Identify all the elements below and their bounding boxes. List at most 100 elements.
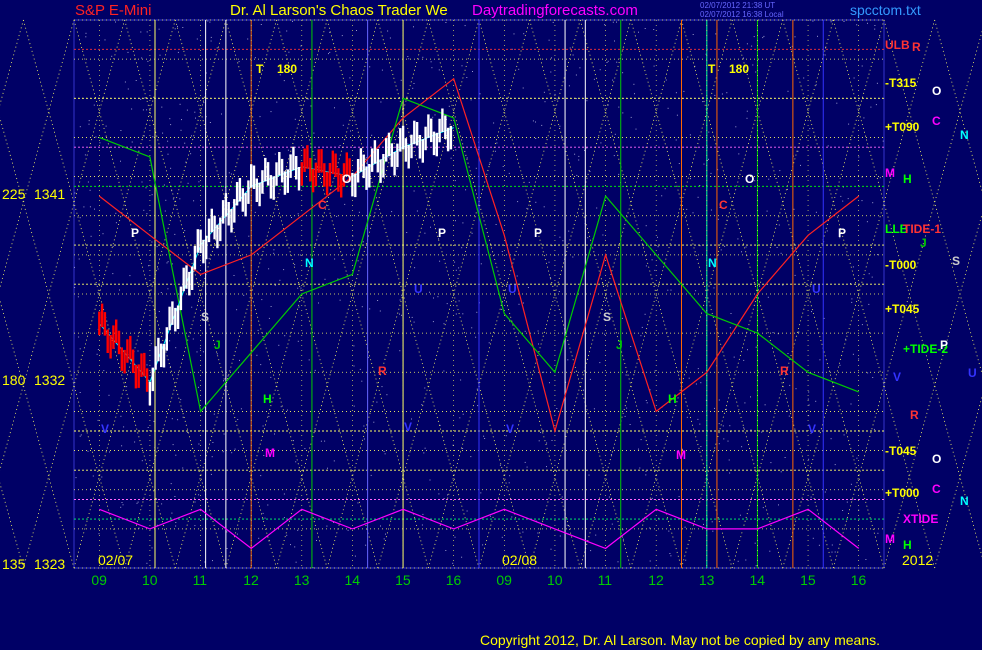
right-label: -T045 — [885, 444, 917, 458]
background-speckle — [639, 467, 641, 469]
background-speckle — [834, 464, 836, 466]
background-speckle — [537, 532, 539, 534]
price-bar — [115, 319, 118, 343]
background-speckle — [119, 289, 120, 291]
background-speckle — [755, 71, 757, 73]
background-speckle — [424, 232, 426, 234]
right-label: U — [968, 366, 977, 380]
background-speckle — [729, 425, 731, 427]
price-bar — [444, 115, 447, 139]
background-speckle — [401, 294, 402, 296]
background-speckle — [676, 114, 678, 116]
background-speckle — [143, 209, 145, 211]
background-speckle — [141, 181, 143, 183]
planet-marker: P — [534, 226, 543, 240]
background-speckle — [365, 544, 367, 546]
background-speckle — [115, 212, 117, 214]
background-speckle — [134, 441, 136, 443]
background-speckle — [711, 521, 713, 523]
background-speckle — [516, 275, 518, 277]
background-speckle — [641, 326, 643, 328]
background-speckle — [354, 555, 356, 557]
background-speckle — [815, 84, 817, 86]
price-bar — [365, 166, 368, 190]
background-speckle — [535, 121, 536, 123]
background-speckle — [537, 330, 539, 332]
background-speckle — [559, 535, 561, 537]
x-tick-label: 15 — [800, 572, 816, 588]
background-speckle — [800, 164, 801, 166]
background-speckle — [853, 77, 855, 79]
background-speckle — [612, 79, 614, 81]
background-speckle — [695, 290, 697, 292]
background-speckle — [815, 211, 817, 213]
background-speckle — [174, 28, 176, 30]
background-speckle — [424, 447, 426, 449]
background-speckle — [399, 350, 401, 352]
background-speckle — [882, 140, 884, 142]
background-speckle — [195, 117, 196, 119]
background-speckle — [156, 246, 158, 248]
price-bar — [250, 164, 253, 188]
background-speckle — [850, 403, 852, 405]
background-speckle — [274, 153, 276, 155]
background-speckle — [102, 233, 104, 235]
background-speckle — [267, 504, 269, 506]
background-speckle — [541, 124, 543, 126]
background-speckle — [198, 443, 200, 445]
background-speckle — [798, 331, 800, 333]
background-speckle — [137, 350, 139, 352]
background-speckle — [559, 236, 561, 238]
background-speckle — [270, 306, 272, 307]
x-tick-label: 10 — [546, 572, 563, 588]
background-speckle — [700, 446, 702, 447]
background-speckle — [651, 497, 653, 499]
background-speckle — [518, 303, 520, 305]
background-speckle — [121, 445, 123, 447]
background-speckle — [842, 200, 844, 202]
background-speckle — [455, 313, 457, 315]
background-speckle — [645, 265, 647, 267]
background-speckle — [260, 475, 262, 477]
background-speckle — [668, 530, 670, 532]
background-speckle — [795, 388, 797, 390]
background-speckle — [589, 378, 591, 380]
background-speckle — [789, 384, 791, 386]
background-speckle — [194, 501, 196, 503]
background-speckle — [344, 203, 346, 205]
right-label: R — [910, 408, 919, 422]
background-speckle — [721, 93, 723, 95]
background-speckle — [450, 157, 452, 159]
x-tick-label: 15 — [395, 572, 411, 588]
background-speckle — [528, 181, 530, 183]
background-speckle — [471, 327, 473, 329]
background-speckle — [445, 22, 447, 23]
price-bar — [354, 173, 357, 198]
background-speckle — [461, 247, 463, 249]
background-speckle — [725, 408, 727, 410]
background-speckle — [341, 35, 343, 37]
background-speckle — [421, 404, 423, 406]
site-name[interactable]: Daytradingforecasts.com — [472, 2, 638, 19]
price-bar — [174, 307, 177, 332]
background-speckle — [198, 181, 200, 183]
planet-marker: V — [101, 422, 110, 436]
background-speckle — [549, 382, 550, 384]
background-speckle — [407, 56, 409, 57]
background-speckle — [778, 504, 779, 506]
background-speckle — [803, 77, 805, 79]
background-speckle — [599, 362, 601, 364]
background-speckle — [165, 199, 167, 201]
background-speckle — [169, 118, 171, 120]
price-bar — [317, 149, 320, 173]
price-bar — [176, 305, 180, 329]
price-bar — [337, 168, 340, 192]
planet-marker: R — [378, 364, 387, 378]
background-speckle — [808, 458, 810, 460]
background-speckle — [812, 20, 814, 22]
right-label: O — [932, 84, 942, 98]
background-speckle — [551, 57, 552, 59]
background-speckle — [353, 365, 355, 367]
background-speckle — [151, 547, 153, 549]
price-bar — [140, 353, 143, 377]
